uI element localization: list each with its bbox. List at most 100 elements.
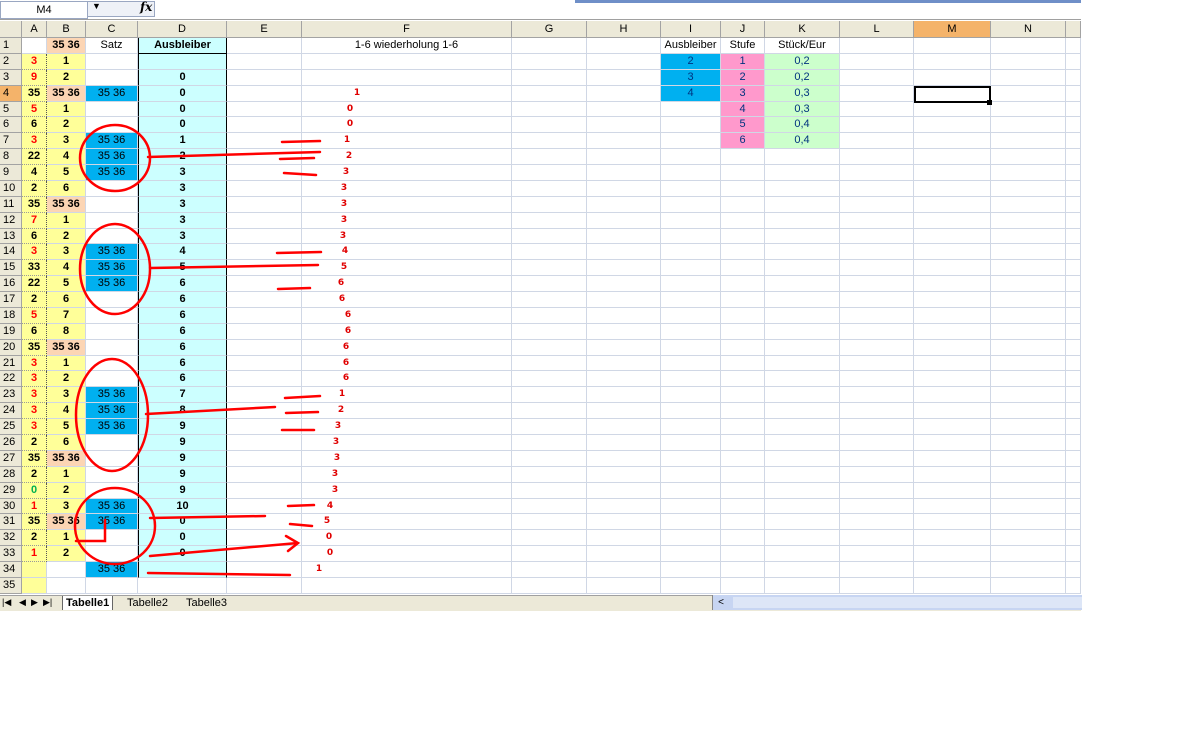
cell[interactable]: [512, 101, 587, 118]
cell[interactable]: [1066, 307, 1081, 324]
cell[interactable]: [914, 339, 991, 356]
cell[interactable]: [765, 323, 840, 340]
cell[interactable]: [587, 339, 661, 356]
cell[interactable]: [47, 562, 86, 578]
row-header-13[interactable]: 13: [0, 228, 22, 245]
cell[interactable]: [86, 530, 138, 547]
cell[interactable]: [661, 244, 721, 261]
cell[interactable]: [512, 387, 587, 404]
cell-c34[interactable]: 35 36: [86, 562, 138, 578]
cell-k1[interactable]: Stück/Eur: [765, 38, 840, 54]
column-header-i[interactable]: I: [661, 21, 721, 38]
cell[interactable]: [840, 276, 914, 293]
cell-a4[interactable]: 35: [22, 85, 47, 102]
tab-tabelle1[interactable]: Tabelle1: [62, 596, 114, 610]
cell[interactable]: [1066, 514, 1081, 531]
cell-a9[interactable]: 4: [22, 165, 47, 181]
cell[interactable]: [661, 228, 721, 245]
cell[interactable]: [227, 133, 302, 150]
cell[interactable]: [587, 292, 661, 308]
cell[interactable]: [914, 323, 991, 340]
cell[interactable]: [991, 133, 1066, 150]
cell[interactable]: [86, 180, 138, 197]
cell[interactable]: [765, 292, 840, 308]
cell[interactable]: [661, 387, 721, 404]
cell-j6[interactable]: 5: [721, 117, 765, 134]
cell[interactable]: [587, 419, 661, 435]
cell-f29[interactable]: 3: [329, 483, 341, 499]
cell[interactable]: [721, 498, 765, 515]
cell[interactable]: [302, 85, 512, 102]
cell[interactable]: [227, 562, 302, 578]
cell[interactable]: [765, 482, 840, 499]
cell[interactable]: [991, 323, 1066, 340]
cell-b26[interactable]: 6: [47, 435, 86, 451]
cell-f19[interactable]: 6: [342, 324, 354, 340]
cell[interactable]: [765, 149, 840, 166]
cell[interactable]: [1066, 355, 1081, 372]
cell[interactable]: [302, 212, 512, 229]
cell[interactable]: [721, 260, 765, 277]
cell[interactable]: [914, 419, 991, 435]
cell[interactable]: [86, 450, 138, 467]
cell[interactable]: [302, 165, 512, 181]
cell[interactable]: [661, 482, 721, 499]
cell-i4[interactable]: 4: [661, 85, 721, 102]
cell[interactable]: [22, 38, 47, 54]
cell[interactable]: [991, 38, 1066, 54]
cell[interactable]: [721, 482, 765, 499]
cell[interactable]: [302, 276, 512, 293]
cell[interactable]: [914, 292, 991, 308]
cell-f32[interactable]: 0: [323, 530, 335, 546]
cell[interactable]: [840, 371, 914, 388]
cell-f30[interactable]: 4: [324, 499, 336, 515]
cell[interactable]: [587, 196, 661, 213]
cell-a32[interactable]: 2: [22, 530, 47, 547]
cell[interactable]: [991, 292, 1066, 308]
cell[interactable]: [587, 133, 661, 150]
cell[interactable]: [512, 450, 587, 467]
cell[interactable]: [1066, 435, 1081, 451]
cell-f34[interactable]: 1: [313, 562, 325, 578]
cell[interactable]: [587, 355, 661, 372]
cell[interactable]: [721, 530, 765, 547]
cell[interactable]: [86, 355, 138, 372]
column-header-n[interactable]: N: [991, 21, 1066, 38]
cell-a33[interactable]: 1: [22, 546, 47, 563]
cell[interactable]: [914, 577, 991, 594]
cell-a14[interactable]: 3: [22, 244, 47, 261]
cell-a24[interactable]: 3: [22, 403, 47, 420]
cell[interactable]: [227, 117, 302, 134]
cell-c1[interactable]: Satz: [86, 38, 138, 54]
row-header-11[interactable]: 11: [0, 196, 22, 213]
cell[interactable]: [914, 276, 991, 293]
cell[interactable]: [587, 244, 661, 261]
cell-f14[interactable]: 4: [339, 244, 351, 260]
cell[interactable]: [227, 403, 302, 420]
cell[interactable]: [721, 577, 765, 594]
cell[interactable]: [302, 387, 512, 404]
cell[interactable]: [512, 69, 587, 86]
cell[interactable]: [840, 530, 914, 547]
formula-input[interactable]: [157, 1, 575, 17]
cell[interactable]: [991, 530, 1066, 547]
cell[interactable]: [721, 276, 765, 293]
cell[interactable]: [765, 530, 840, 547]
cell-c9[interactable]: 35 36: [86, 165, 138, 181]
cell[interactable]: [227, 339, 302, 356]
cell-f11[interactable]: 3: [338, 197, 350, 213]
column-header-f[interactable]: F: [302, 21, 512, 38]
row-header-33[interactable]: 33: [0, 546, 22, 563]
cell-a19[interactable]: 6: [22, 323, 47, 340]
cell[interactable]: [512, 530, 587, 547]
cell[interactable]: [991, 562, 1066, 578]
cell[interactable]: [1066, 133, 1081, 150]
cell-f5[interactable]: 0: [344, 102, 356, 118]
first-sheet-icon[interactable]: |◀: [2, 597, 11, 608]
cell-a17[interactable]: 2: [22, 292, 47, 308]
cell-k4[interactable]: 0,3: [765, 85, 840, 102]
cell-d30[interactable]: 10: [138, 498, 227, 515]
cell[interactable]: [914, 371, 991, 388]
cell-j4[interactable]: 3: [721, 85, 765, 102]
row-header-6[interactable]: 6: [0, 117, 22, 134]
